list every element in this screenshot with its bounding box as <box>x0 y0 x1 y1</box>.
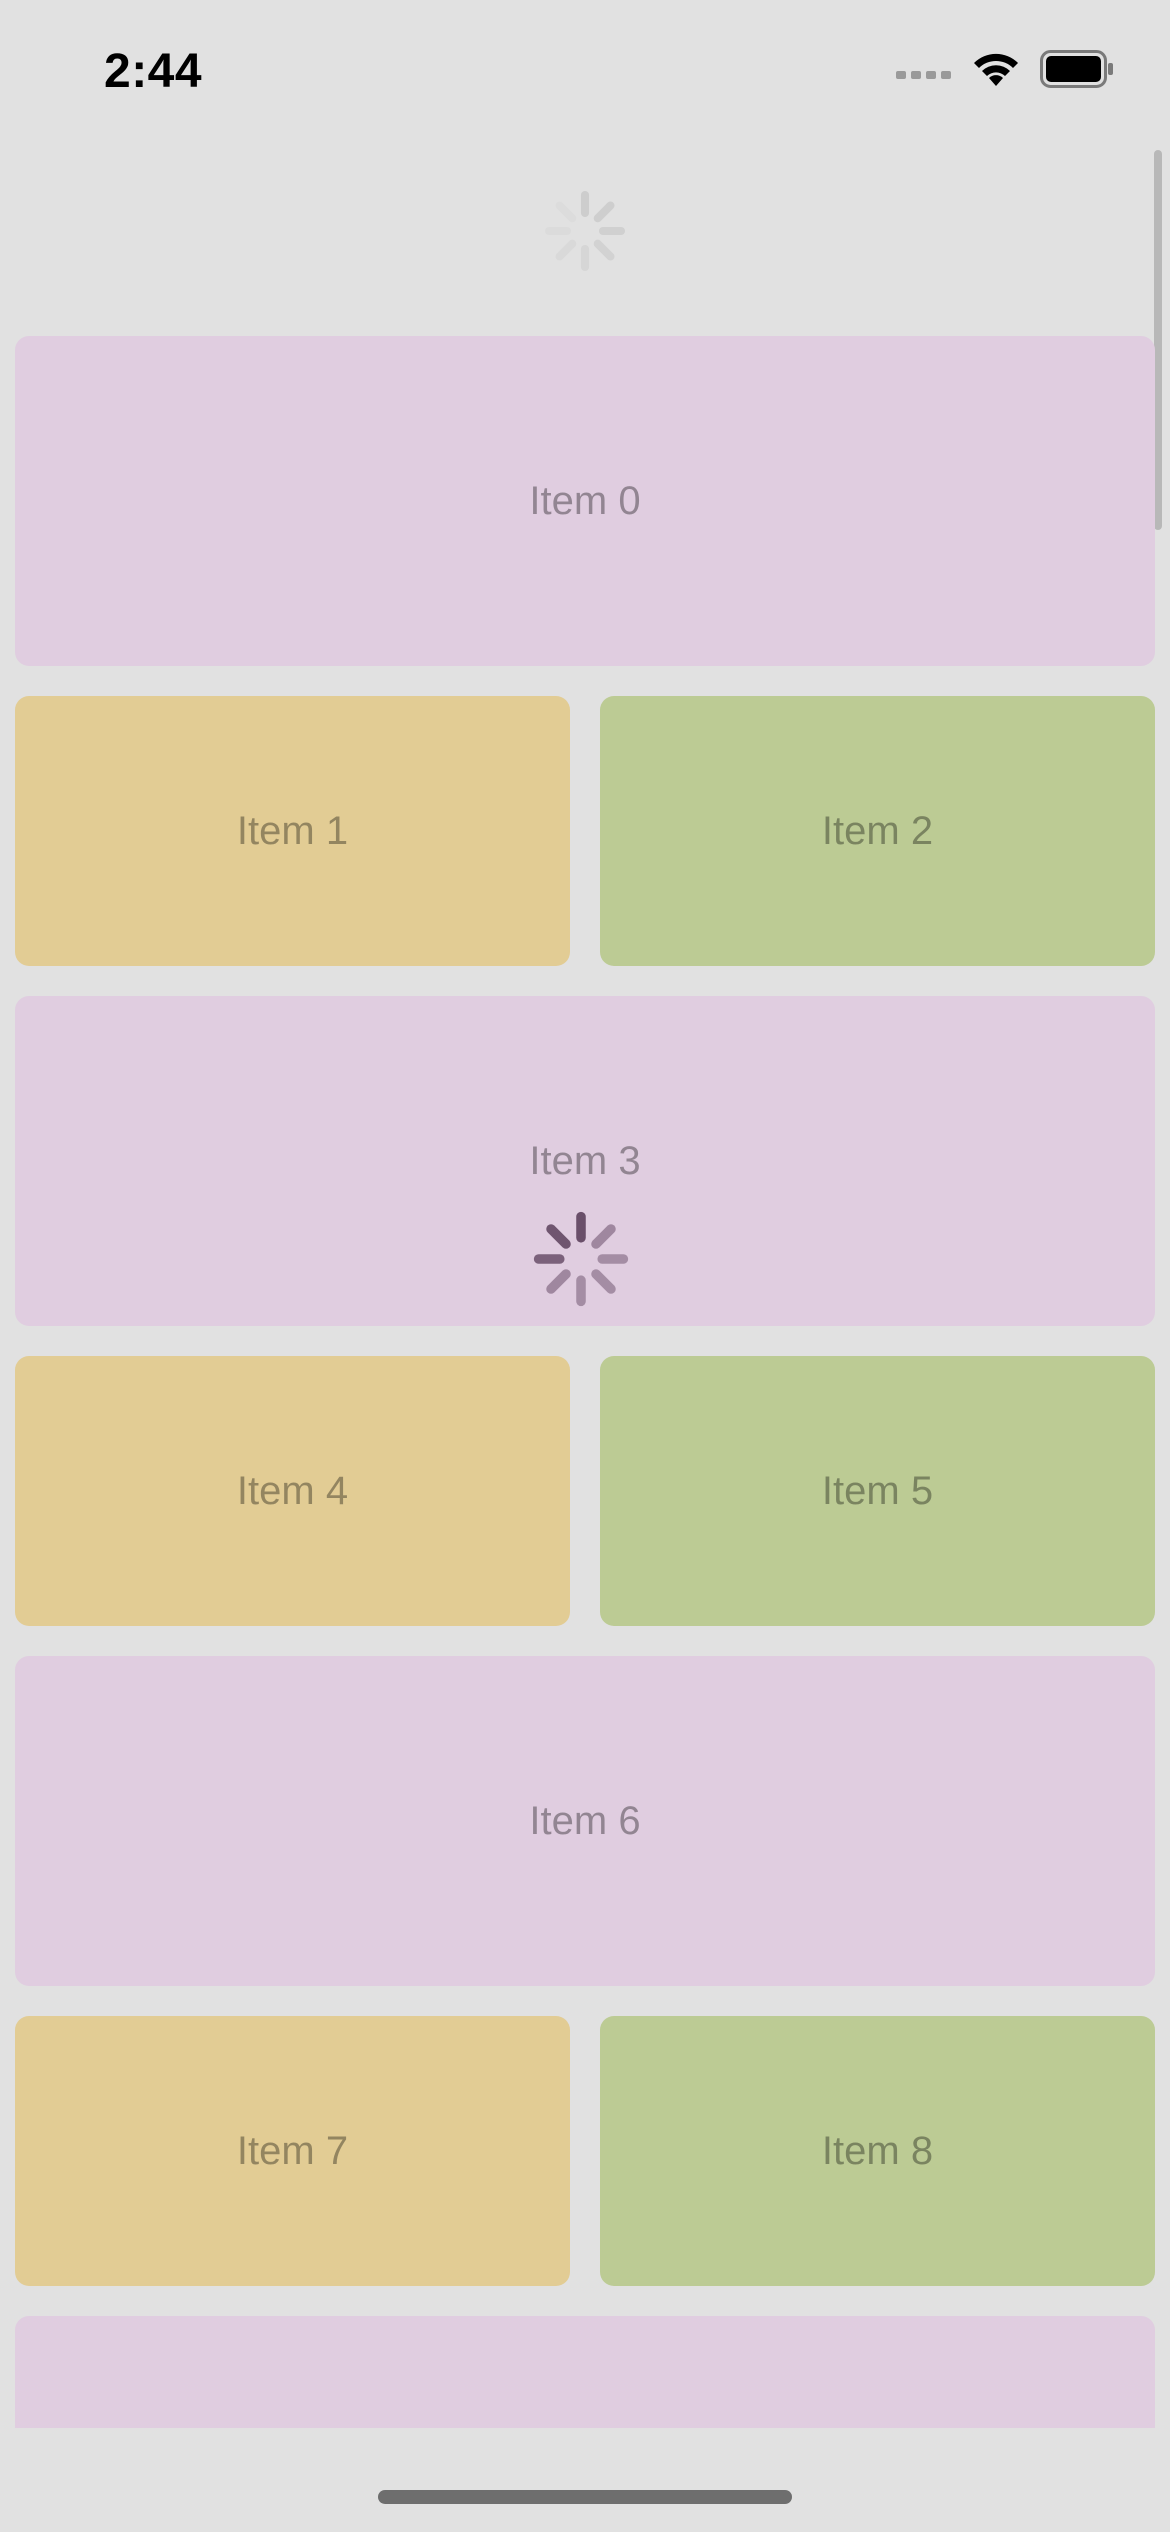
item-card-8[interactable]: Item 8 <box>600 2016 1155 2286</box>
battery-icon <box>1040 50 1113 88</box>
item-label: Item 2 <box>821 808 934 853</box>
item-row: Item 6 <box>15 1656 1155 1986</box>
item-card-7[interactable]: Item 7 <box>15 2016 570 2286</box>
item-row: Item 7 Item 8 <box>15 2016 1155 2286</box>
item-label: Item 8 <box>821 2128 934 2173</box>
spinner-spoke <box>593 201 615 223</box>
refresh-activity-indicator-icon <box>544 190 626 272</box>
item-card-0[interactable]: Item 0 <box>15 336 1155 666</box>
item-label: Item 1 <box>236 808 349 853</box>
status-bar: 2:44 <box>0 0 1170 140</box>
item-card-6[interactable]: Item 6 <box>15 1656 1155 1986</box>
spinner-spoke <box>593 239 615 261</box>
item-card-2[interactable]: Item 2 <box>600 696 1155 966</box>
wifi-icon <box>974 53 1018 86</box>
item-row: Item 4 Item 5 <box>15 1356 1155 1626</box>
item-label: Item 5 <box>821 1468 934 1513</box>
item-label: Item 7 <box>236 2128 349 2173</box>
item-card-9[interactable] <box>15 2316 1155 2428</box>
item-label: Item 6 <box>529 1798 641 1843</box>
spinner-spoke <box>555 239 577 261</box>
item-row <box>15 2316 1155 2428</box>
spinner-spoke <box>555 201 577 223</box>
item-list[interactable]: Item 0 Item 1 Item 2 Item 3 Item 4 Item … <box>0 336 1170 2428</box>
cellular-signal-icon <box>896 71 951 79</box>
item-row: Item 0 <box>15 336 1155 666</box>
home-indicator[interactable] <box>378 2490 792 2504</box>
item-card-1[interactable]: Item 1 <box>15 696 570 966</box>
spinner-spoke <box>591 1224 616 1249</box>
spinner-spoke <box>546 1224 571 1249</box>
loading-activity-indicator-icon <box>533 1211 629 1307</box>
status-icons <box>896 50 1114 88</box>
item-label: Item 3 <box>529 1138 641 1183</box>
item-card-5[interactable]: Item 5 <box>600 1356 1155 1626</box>
item-row: Item 1 Item 2 <box>15 696 1155 966</box>
spinner-spoke <box>546 1269 571 1294</box>
item-card-4[interactable]: Item 4 <box>15 1356 570 1626</box>
spinner-spoke <box>591 1269 616 1294</box>
item-label: Item 0 <box>529 478 641 523</box>
item-label: Item 4 <box>236 1468 349 1513</box>
status-time: 2:44 <box>104 45 203 98</box>
